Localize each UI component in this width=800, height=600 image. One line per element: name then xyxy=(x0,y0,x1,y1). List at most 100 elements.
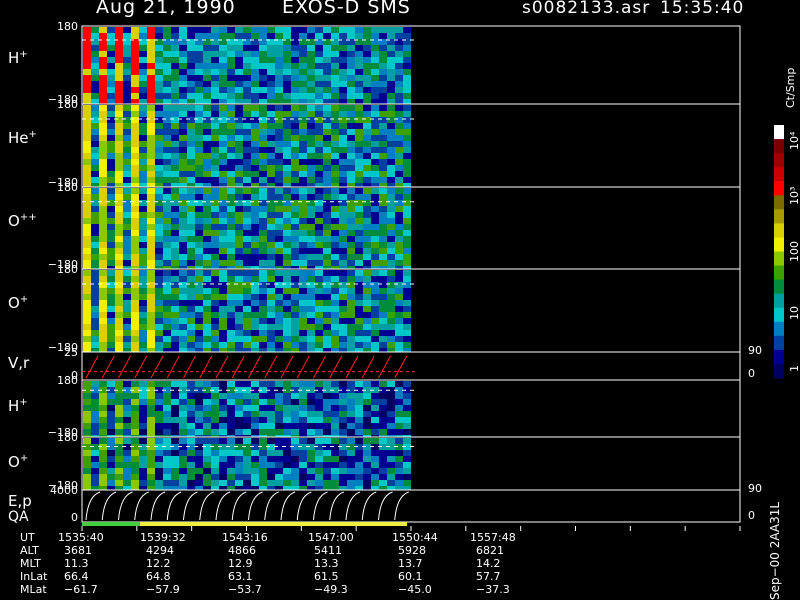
heatmap-cell xyxy=(163,194,171,200)
heatmap-cell xyxy=(267,288,275,294)
heatmap-cell xyxy=(275,93,283,99)
heatmap-cell xyxy=(203,393,211,399)
heatmap-cell xyxy=(107,456,115,462)
heatmap-cell xyxy=(291,438,299,444)
heatmap-cell xyxy=(243,87,251,93)
heatmap-cell xyxy=(131,324,139,330)
heatmap-cell xyxy=(91,474,99,480)
heatmap-cell xyxy=(347,45,355,51)
heatmap-cell xyxy=(99,405,107,411)
heatmap-cell xyxy=(379,462,387,468)
heatmap-cell xyxy=(147,423,155,429)
heatmap-cell xyxy=(147,63,155,69)
heatmap-cell xyxy=(347,330,355,336)
heatmap-cell xyxy=(139,429,147,435)
heatmap-cell xyxy=(331,123,339,129)
heatmap-cell xyxy=(99,206,107,212)
heatmap-cell xyxy=(291,276,299,282)
heatmap-cell xyxy=(275,300,283,306)
colorbar-unit: Ct/Smp xyxy=(784,67,797,108)
heatmap-cell xyxy=(99,423,107,429)
heatmap-cell xyxy=(179,135,187,141)
heatmap-cell xyxy=(339,147,347,153)
heatmap-cell xyxy=(395,288,403,294)
heatmap-cell xyxy=(139,468,147,474)
heatmap-cell xyxy=(363,405,371,411)
heatmap-cell xyxy=(307,81,315,87)
heatmap-cell xyxy=(331,276,339,282)
heatmap-cell xyxy=(339,93,347,99)
heatmap-cell xyxy=(339,450,347,456)
heatmap-cell xyxy=(395,270,403,276)
heatmap-cell xyxy=(347,165,355,171)
heatmap-cell xyxy=(211,462,219,468)
heatmap-cell xyxy=(347,411,355,417)
heatmap-cell xyxy=(139,194,147,200)
heatmap-cell xyxy=(347,33,355,39)
heatmap-cell xyxy=(147,87,155,93)
heatmap-cell xyxy=(211,411,219,417)
heatmap-cell xyxy=(139,224,147,230)
heatmap-cell xyxy=(403,399,411,405)
heatmap-cell xyxy=(267,342,275,348)
heatmap-cell xyxy=(299,75,307,81)
heatmap-cell xyxy=(307,480,315,486)
heatmap-cell xyxy=(299,306,307,312)
heatmap-cell xyxy=(107,417,115,423)
heatmap-cell xyxy=(203,87,211,93)
heatmap-cell xyxy=(219,423,227,429)
heatmap-cell xyxy=(323,165,331,171)
heatmap-cell xyxy=(331,194,339,200)
heatmap-cell xyxy=(323,224,331,230)
heatmap-cell xyxy=(251,224,259,230)
heatmap-cell xyxy=(339,393,347,399)
heatmap-cell xyxy=(291,429,299,435)
heatmap-cell xyxy=(243,429,251,435)
heatmap-cell xyxy=(347,87,355,93)
heatmap-cell xyxy=(363,200,371,206)
heatmap-cell xyxy=(219,306,227,312)
heatmap-cell xyxy=(323,248,331,254)
heatmap-cell xyxy=(107,206,115,212)
heatmap-cell xyxy=(347,212,355,218)
heatmap-cell xyxy=(379,276,387,282)
heatmap-cell xyxy=(355,230,363,236)
heatmap-cell xyxy=(131,218,139,224)
heatmap-cell xyxy=(251,438,259,444)
heatmap-cell xyxy=(299,194,307,200)
heatmap-cell xyxy=(251,188,259,194)
heatmap-cell xyxy=(291,480,299,486)
heatmap-cell xyxy=(243,212,251,218)
heatmap-cell xyxy=(107,171,115,177)
heatmap-cell xyxy=(243,105,251,111)
heatmap-cell xyxy=(331,45,339,51)
heatmap-cell xyxy=(267,230,275,236)
heatmap-cell xyxy=(243,236,251,242)
heatmap-cell xyxy=(323,212,331,218)
heatmap-cell xyxy=(171,438,179,444)
heatmap-cell xyxy=(155,429,163,435)
heatmap-cell xyxy=(203,129,211,135)
heatmap-cell xyxy=(387,306,395,312)
heatmap-cell xyxy=(187,324,195,330)
heatmap-cell xyxy=(91,188,99,194)
heatmap-cell xyxy=(107,177,115,183)
heatmap-cell xyxy=(403,33,411,39)
heatmap-cell xyxy=(243,230,251,236)
heatmap-cell xyxy=(107,429,115,435)
heatmap-cell xyxy=(259,75,267,81)
heatmap-cell xyxy=(171,111,179,117)
heatmap-cell xyxy=(99,212,107,218)
heatmap-cell xyxy=(99,165,107,171)
heatmap-cell xyxy=(307,69,315,75)
heatmap-cell xyxy=(395,51,403,57)
heatmap-cell xyxy=(275,236,283,242)
heatmap-cell xyxy=(243,270,251,276)
heatmap-cell xyxy=(227,129,235,135)
heatmap-cell xyxy=(123,236,131,242)
heatmap-cell xyxy=(203,45,211,51)
heatmap-cell xyxy=(347,399,355,405)
heatmap-cell xyxy=(275,411,283,417)
heatmap-cell xyxy=(219,468,227,474)
heatmap-cell xyxy=(147,429,155,435)
